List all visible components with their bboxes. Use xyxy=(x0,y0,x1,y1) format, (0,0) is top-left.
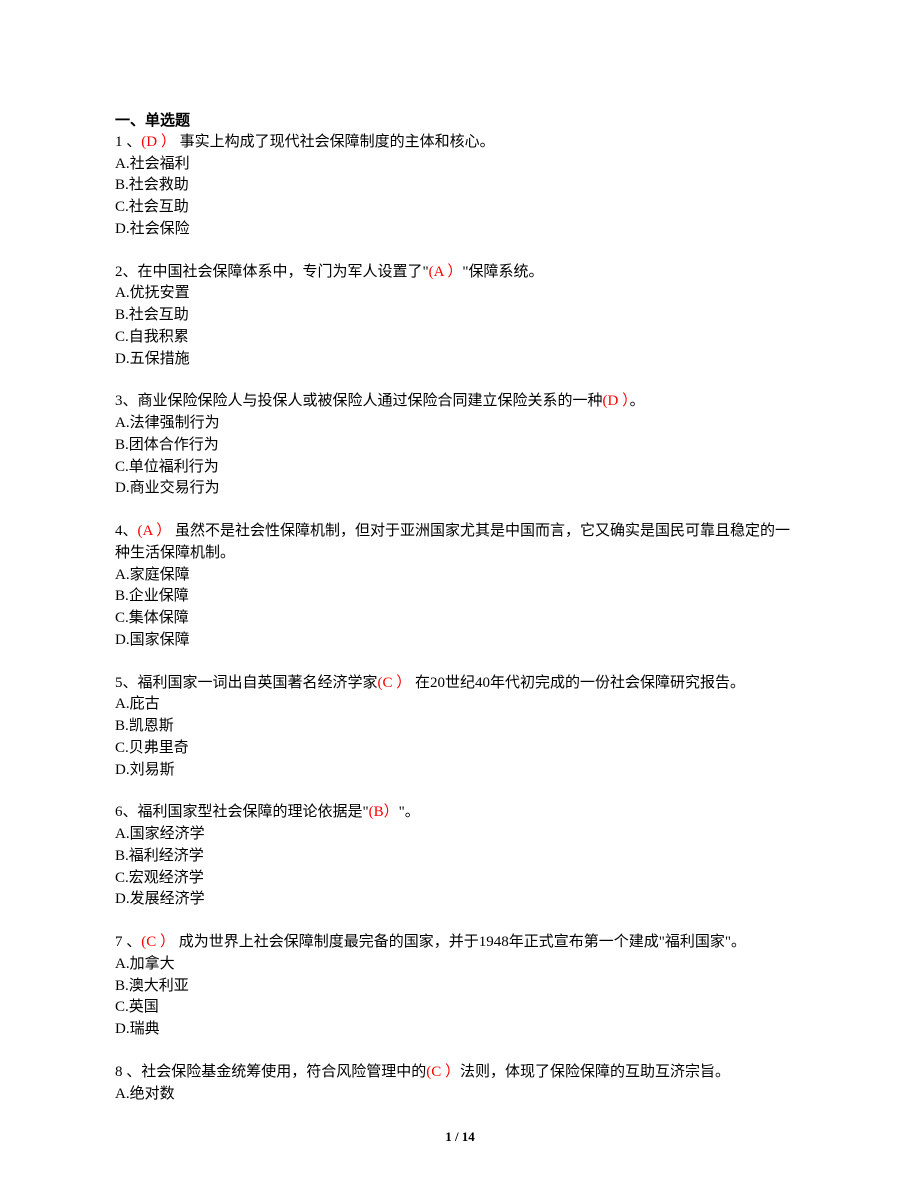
question-stem: 2、在中国社会保障体系中，专门为军人设置了"(A ）"保障系统。 xyxy=(115,262,805,284)
question-answer: (C ） xyxy=(426,1064,460,1080)
question-number: 3、 xyxy=(115,393,138,409)
question-option: A.社会福利 xyxy=(115,154,805,176)
question-option: B.企业保障 xyxy=(115,586,805,608)
question-option: B.社会互助 xyxy=(115,305,805,327)
question-number: 1 、 xyxy=(115,134,141,150)
question-block: 6、福利国家型社会保障的理论依据是"(B）"。A.国家经济学B.福利经济学C.宏… xyxy=(115,802,805,911)
question-number: 8 、 xyxy=(115,1064,141,1080)
question-option: D.商业交易行为 xyxy=(115,478,805,500)
question-answer: (D ） xyxy=(603,393,630,409)
question-option: C.贝弗里奇 xyxy=(115,738,805,760)
question-option: D.五保措施 xyxy=(115,349,805,371)
question-option: C.自我积累 xyxy=(115,327,805,349)
question-pre-text: 福利国家一词出自英国著名经济学家 xyxy=(138,675,378,691)
question-block: 7 、(C ） 成为世界上社会保障制度最完备的国家，并于1948年正式宣布第一个… xyxy=(115,932,805,1041)
question-stem: 3、商业保险保险人与投保人或被保险人通过保险合同建立保险关系的一种(D ）。 xyxy=(115,391,805,413)
question-block: 3、商业保险保险人与投保人或被保险人通过保险合同建立保险关系的一种(D ）。A.… xyxy=(115,391,805,500)
question-option: D.发展经济学 xyxy=(115,889,805,911)
question-answer: (A ） xyxy=(138,523,172,539)
question-option: C.社会互助 xyxy=(115,197,805,219)
question-option: D.刘易斯 xyxy=(115,760,805,782)
question-option: C.宏观经济学 xyxy=(115,868,805,890)
question-answer: (C ） xyxy=(141,934,175,950)
question-stem: 7 、(C ） 成为世界上社会保障制度最完备的国家，并于1948年正式宣布第一个… xyxy=(115,932,805,954)
question-option: A.绝对数 xyxy=(115,1084,805,1106)
question-number: 2、 xyxy=(115,264,138,280)
question-answer: (A ） xyxy=(429,264,463,280)
question-post-text: "。 xyxy=(399,804,420,820)
question-number: 6、 xyxy=(115,804,138,820)
question-option: A.家庭保障 xyxy=(115,565,805,587)
question-stem: 5、福利国家一词出自英国著名经济学家(C ） 在20世纪40年代初完成的一份社会… xyxy=(115,673,805,695)
question-option: C.英国 xyxy=(115,997,805,1019)
question-pre-text: 在中国社会保障体系中，专门为军人设置了" xyxy=(138,264,429,280)
question-number: 5、 xyxy=(115,675,138,691)
question-block: 2、在中国社会保障体系中，专门为军人设置了"(A ）"保障系统。A.优抚安置B.… xyxy=(115,262,805,371)
question-option: D.国家保障 xyxy=(115,630,805,652)
question-pre-text: 商业保险保险人与投保人或被保险人通过保险合同建立保险关系的一种 xyxy=(138,393,603,409)
question-answer: (B） xyxy=(369,804,399,820)
question-option: B.团体合作行为 xyxy=(115,435,805,457)
question-post-text: 事实上构成了现代社会保障制度的主体和核心。 xyxy=(176,134,495,150)
question-option: C.集体保障 xyxy=(115,608,805,630)
question-option: B.福利经济学 xyxy=(115,846,805,868)
question-stem: 6、福利国家型社会保障的理论依据是"(B）"。 xyxy=(115,802,805,824)
question-block: 1 、(D ） 事实上构成了现代社会保障制度的主体和核心。A.社会福利B.社会救… xyxy=(115,132,805,241)
question-block: 8 、社会保险基金统筹使用，符合风险管理中的(C ）法则，体现了保险保障的互助互… xyxy=(115,1062,805,1106)
question-number: 7 、 xyxy=(115,934,141,950)
question-post-text: 在20世纪40年代初完成的一份社会保障研究报告。 xyxy=(411,675,745,691)
question-block: 4、(A ） 虽然不是社会性保障机制，但对于亚洲国家尤其是中国而言，它又确实是国… xyxy=(115,521,805,652)
section-title: 一、单选题 xyxy=(115,110,805,132)
question-answer: (C ） xyxy=(378,675,412,691)
question-post-text: 成为世界上社会保障制度最完备的国家，并于1948年正式宣布第一个建成"福利国家"… xyxy=(175,934,746,950)
question-stem: 8 、社会保险基金统筹使用，符合风险管理中的(C ）法则，体现了保险保障的互助互… xyxy=(115,1062,805,1084)
question-option: D.社会保险 xyxy=(115,219,805,241)
question-option: A.加拿大 xyxy=(115,954,805,976)
page-content: 一、单选题 1 、(D ） 事实上构成了现代社会保障制度的主体和核心。A.社会福… xyxy=(0,0,920,1186)
question-post-text: 法则，体现了保险保障的互助互济宗旨。 xyxy=(460,1064,730,1080)
question-option: B.澳大利亚 xyxy=(115,976,805,998)
question-option: B.凯恩斯 xyxy=(115,716,805,738)
question-post-text: 。 xyxy=(630,393,645,409)
page-footer: 1 / 14 xyxy=(0,1128,920,1147)
question-stem: 4、(A ） 虽然不是社会性保障机制，但对于亚洲国家尤其是中国而言，它又确实是国… xyxy=(115,521,805,565)
question-number: 4、 xyxy=(115,523,138,539)
question-block: 5、福利国家一词出自英国著名经济学家(C ） 在20世纪40年代初完成的一份社会… xyxy=(115,673,805,782)
question-option: A.国家经济学 xyxy=(115,824,805,846)
question-option: A.法律强制行为 xyxy=(115,413,805,435)
question-stem: 1 、(D ） 事实上构成了现代社会保障制度的主体和核心。 xyxy=(115,132,805,154)
question-option: C.单位福利行为 xyxy=(115,457,805,479)
question-pre-text: 福利国家型社会保障的理论依据是" xyxy=(138,804,369,820)
question-option: B.社会救助 xyxy=(115,175,805,197)
question-answer: (D ） xyxy=(141,134,176,150)
question-option: A.庇古 xyxy=(115,694,805,716)
question-post-text: "保障系统。 xyxy=(462,264,543,280)
question-option: A.优抚安置 xyxy=(115,283,805,305)
question-pre-text: 社会保险基金统筹使用，符合风险管理中的 xyxy=(141,1064,426,1080)
questions-container: 1 、(D ） 事实上构成了现代社会保障制度的主体和核心。A.社会福利B.社会救… xyxy=(115,132,805,1106)
question-option: D.瑞典 xyxy=(115,1019,805,1041)
question-post-text: 虽然不是社会性保障机制，但对于亚洲国家尤其是中国而言，它又确实是国民可靠且稳定的… xyxy=(115,523,790,561)
